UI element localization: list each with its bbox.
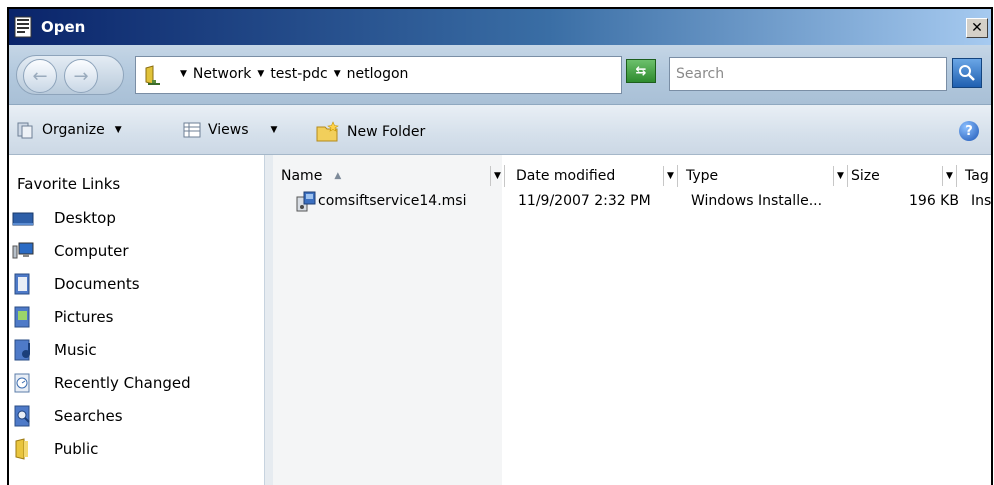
column-header-label: Name bbox=[281, 168, 323, 184]
breadcrumb-network[interactable]: Network bbox=[193, 66, 251, 82]
column-header-label: Size bbox=[851, 168, 880, 184]
favorite-link-label: Public bbox=[54, 440, 99, 458]
new-folder-icon bbox=[316, 121, 339, 142]
open-dialog-icon bbox=[14, 16, 32, 38]
column-header-row: Name ▲ ▼ Date modified ▼ Type ▼ Size ▼ T… bbox=[273, 165, 991, 187]
favorite-link-label: Computer bbox=[54, 242, 129, 260]
favorite-links-heading: Favorite Links bbox=[17, 175, 121, 193]
favorite-link-computer[interactable]: Computer bbox=[12, 240, 129, 262]
network-folder-icon bbox=[145, 65, 160, 85]
refresh-icon: ⇆ bbox=[635, 63, 647, 79]
favorite-links-pane: Favorite Links Desktop Computer Document… bbox=[9, 155, 265, 485]
command-bar: Organize ▼ Views ▼ New Folder ? bbox=[9, 105, 991, 155]
organize-icon bbox=[17, 122, 33, 139]
file-date-modified: 11/9/2007 2:32 PM bbox=[518, 193, 651, 209]
column-header-label: Type bbox=[686, 168, 719, 184]
desktop-icon bbox=[12, 212, 34, 226]
favorite-link-recently-changed[interactable]: Recently Changed bbox=[12, 372, 191, 394]
column-header-size[interactable]: Size ▼ bbox=[843, 165, 957, 187]
new-folder-label: New Folder bbox=[347, 124, 426, 140]
favorite-link-public[interactable]: Public bbox=[12, 438, 98, 460]
chevron-down-icon: ▼ bbox=[270, 125, 278, 135]
favorite-link-label: Pictures bbox=[54, 308, 114, 326]
search-button[interactable] bbox=[952, 58, 982, 88]
search-icon bbox=[959, 65, 975, 81]
organize-menu-button[interactable]: Organize ▼ bbox=[16, 121, 122, 139]
sort-ascending-icon: ▲ bbox=[334, 171, 342, 181]
favorite-link-pictures[interactable]: Pictures bbox=[12, 306, 113, 328]
breadcrumb-arrow-icon[interactable]: ▼ bbox=[180, 69, 187, 79]
favorite-link-documents[interactable]: Documents bbox=[12, 273, 140, 295]
column-filter-dropdown[interactable]: ▼ bbox=[663, 166, 677, 186]
favorite-link-label: Searches bbox=[54, 407, 123, 425]
favorite-link-music[interactable]: Music bbox=[12, 339, 97, 361]
msi-installer-icon bbox=[296, 191, 316, 212]
breadcrumb-netlogon[interactable]: netlogon bbox=[347, 66, 409, 82]
documents-icon bbox=[14, 273, 30, 295]
organize-label: Organize bbox=[42, 122, 105, 138]
search-placeholder: Search bbox=[676, 66, 725, 82]
forward-arrow-icon: → bbox=[73, 65, 89, 87]
column-header-tags[interactable]: Tag bbox=[957, 165, 991, 187]
column-header-date-modified[interactable]: Date modified ▼ bbox=[508, 165, 678, 187]
address-bar-area: ← → ▼ Network ▼ test-pdc ▼ netlogon ▼ bbox=[9, 45, 991, 105]
close-icon: ✕ bbox=[971, 20, 983, 36]
music-icon bbox=[14, 339, 30, 361]
pictures-icon bbox=[14, 306, 30, 328]
forward-button[interactable]: → bbox=[64, 59, 98, 93]
recently-changed-icon bbox=[14, 373, 30, 393]
table-row[interactable]: comsiftservice14.msi 11/9/2007 2:32 PM W… bbox=[273, 189, 992, 215]
favorite-link-searches[interactable]: Searches bbox=[12, 405, 123, 427]
help-button[interactable]: ? bbox=[959, 121, 979, 141]
help-icon: ? bbox=[965, 123, 973, 139]
favorite-link-label: Recently Changed bbox=[54, 374, 191, 392]
new-folder-button[interactable]: New Folder bbox=[315, 121, 425, 143]
address-field[interactable]: ▼ Network ▼ test-pdc ▼ netlogon ▼ bbox=[135, 56, 731, 94]
computer-icon bbox=[12, 242, 34, 259]
views-menu-button[interactable]: Views ▼ bbox=[182, 121, 277, 139]
column-header-type[interactable]: Type ▼ bbox=[678, 165, 848, 187]
back-button[interactable]: ← bbox=[23, 59, 57, 93]
search-input[interactable]: Search bbox=[669, 57, 947, 91]
views-label: Views bbox=[208, 122, 249, 138]
window-title: Open bbox=[41, 18, 86, 36]
public-folder-icon bbox=[15, 438, 28, 460]
back-arrow-icon: ← bbox=[32, 65, 48, 87]
file-list: Name ▲ ▼ Date modified ▼ Type ▼ Size ▼ T… bbox=[273, 155, 992, 485]
searches-icon bbox=[14, 405, 30, 427]
file-tags: Ins bbox=[971, 193, 992, 209]
column-header-name[interactable]: Name ▲ ▼ bbox=[273, 165, 505, 187]
views-icon bbox=[183, 122, 201, 138]
breadcrumb-test-pdc[interactable]: test-pdc bbox=[270, 66, 327, 82]
breadcrumb-arrow-icon[interactable]: ▼ bbox=[334, 69, 341, 79]
breadcrumb: ▼ Network ▼ test-pdc ▼ netlogon bbox=[174, 66, 408, 82]
file-size: 196 KB bbox=[909, 193, 959, 209]
navigation-buttons: ← → bbox=[16, 55, 124, 95]
favorite-link-label: Desktop bbox=[54, 209, 116, 227]
refresh-button[interactable]: ⇆ bbox=[626, 59, 656, 83]
column-header-label: Tag bbox=[965, 168, 989, 184]
pane-splitter[interactable] bbox=[265, 155, 273, 485]
open-dialog: Open ✕ ← → ▼ Network ▼ test-pdc ▼ netlog… bbox=[7, 7, 993, 485]
favorite-link-label: Music bbox=[54, 341, 97, 359]
favorite-link-desktop[interactable]: Desktop bbox=[12, 207, 116, 229]
column-header-label: Date modified bbox=[516, 168, 616, 184]
favorite-link-label: Documents bbox=[54, 275, 140, 293]
chevron-down-icon: ▼ bbox=[114, 125, 122, 135]
file-name: comsiftservice14.msi bbox=[318, 193, 467, 209]
title-bar[interactable]: Open ✕ bbox=[9, 9, 991, 45]
breadcrumb-arrow-icon[interactable]: ▼ bbox=[257, 69, 264, 79]
column-filter-dropdown[interactable]: ▼ bbox=[490, 166, 504, 186]
file-type: Windows Installe... bbox=[691, 193, 823, 209]
close-button[interactable]: ✕ bbox=[966, 18, 988, 38]
column-filter-dropdown[interactable]: ▼ bbox=[942, 166, 956, 186]
